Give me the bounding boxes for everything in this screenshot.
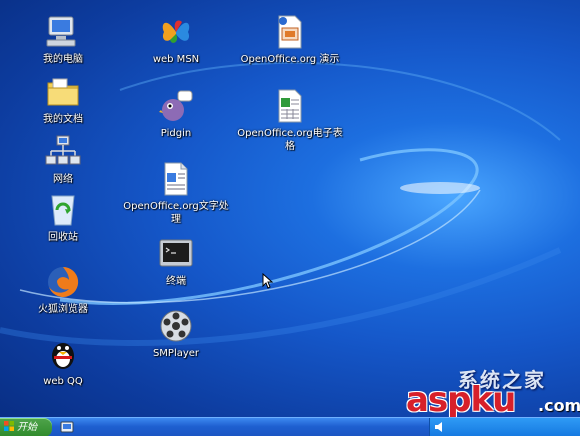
- smplayer-icon: [160, 310, 192, 342]
- desktop-icon-openoffice-calc[interactable]: OpenOffice.org电子表格: [237, 88, 343, 153]
- desktop-icon-openoffice-impress[interactable]: OpenOffice.org 演示: [241, 14, 339, 66]
- show-desktop-icon[interactable]: [60, 420, 74, 434]
- desktop-icon-web-qq[interactable]: web QQ: [15, 336, 111, 388]
- start-button[interactable]: 开始: [0, 418, 52, 436]
- icon-label: 回收站: [48, 232, 78, 243]
- icon-label: 网络: [53, 174, 73, 185]
- qq-penguin-icon: [52, 343, 74, 369]
- speaker-icon[interactable]: [434, 421, 444, 433]
- icon-label: OpenOffice.org文字处理: [123, 201, 229, 225]
- icon-label: web MSN: [152, 54, 200, 65]
- mouse-pointer-icon: [262, 273, 274, 289]
- watermark-brand-cn: 系统之家: [458, 368, 546, 392]
- writer-document-icon: [164, 162, 188, 196]
- desktop-icon-my-documents[interactable]: 我的文档: [15, 74, 111, 126]
- icon-label: Pidgin: [160, 128, 192, 139]
- watermark-site: aspku: [406, 380, 516, 420]
- calc-spreadsheet-icon: [278, 89, 302, 123]
- desktop-icon-network[interactable]: 网络: [15, 134, 111, 186]
- firefox-icon: [48, 266, 79, 297]
- icon-label: 终端: [166, 276, 186, 287]
- terminal-icon: [159, 239, 193, 267]
- desktop-icon-firefox[interactable]: 火狐浏览器: [15, 264, 111, 316]
- icon-label: 我的文档: [43, 114, 83, 125]
- desktop: 我的电脑 我的文档 网络 回收站 火狐浏览器 web QQ web MSN Pi…: [0, 0, 580, 436]
- icon-label: 我的电脑: [43, 54, 83, 65]
- recycle-bin-icon: [51, 195, 75, 226]
- system-tray: [429, 418, 580, 436]
- icon-label: 火狐浏览器: [38, 304, 88, 315]
- documents-folder-icon: [47, 78, 79, 106]
- desktop-icon-my-computer[interactable]: 我的电脑: [15, 14, 111, 66]
- desktop-icon-smplayer[interactable]: SMPlayer: [128, 308, 224, 360]
- icon-label: web QQ: [43, 376, 83, 387]
- icon-label: SMPlayer: [152, 348, 200, 359]
- start-flag-icon: [4, 421, 14, 431]
- watermark-domain-suffix: .com: [538, 396, 580, 415]
- pidgin-icon: [159, 90, 193, 121]
- icon-label: OpenOffice.org 演示: [240, 54, 340, 65]
- desktop-icon-pidgin[interactable]: Pidgin: [128, 88, 224, 140]
- msn-butterfly-icon: [162, 20, 190, 43]
- computer-icon: [46, 16, 76, 47]
- desktop-icon-recycle-bin[interactable]: 回收站: [15, 192, 111, 244]
- impress-presentation-icon: [278, 15, 302, 49]
- icon-label: OpenOffice.org电子表格: [237, 128, 343, 152]
- desktop-icon-terminal[interactable]: 终端: [128, 236, 224, 288]
- taskbar: 开始: [0, 417, 580, 436]
- start-label: 开始: [17, 422, 37, 433]
- network-icon: [45, 135, 81, 165]
- desktop-icon-openoffice-writer[interactable]: OpenOffice.org文字处理: [123, 161, 229, 226]
- desktop-icon-web-msn[interactable]: web MSN: [128, 14, 224, 66]
